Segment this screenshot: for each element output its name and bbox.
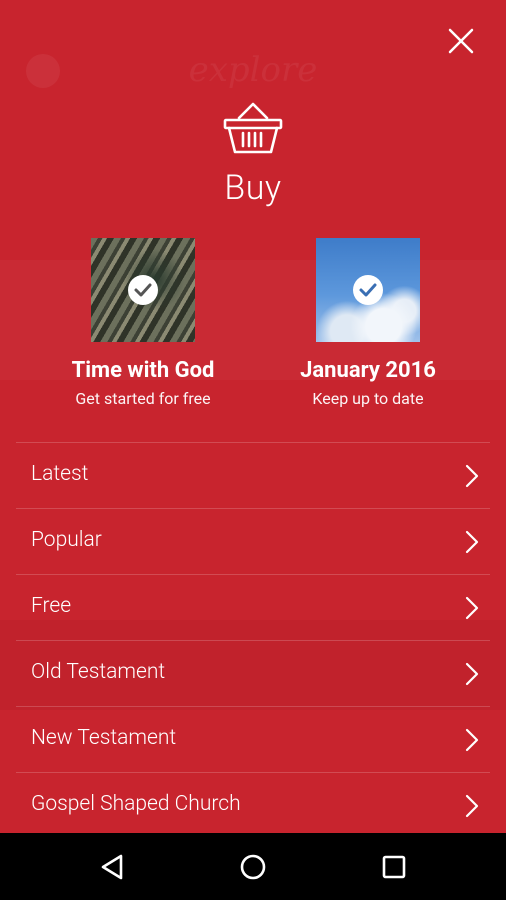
background-brand-text: explore: [188, 50, 318, 90]
basket-icon: [223, 102, 283, 154]
featured-card-time-with-god[interactable]: Time with God Get started for free: [38, 238, 248, 408]
menu-item-gospel-shaped-church[interactable]: Gospel Shaped Church: [16, 772, 490, 833]
back-icon: [101, 854, 123, 880]
chevron-right-icon: [465, 596, 479, 620]
menu-item-label: Free: [31, 594, 72, 618]
featured-section: Time with God Get started for free Janua…: [0, 238, 506, 418]
menu-item-latest[interactable]: Latest: [16, 442, 490, 508]
recents-icon: [382, 855, 406, 879]
featured-thumbnail: [91, 238, 195, 342]
chevron-right-icon: [465, 464, 479, 488]
check-circle-icon: [353, 275, 383, 305]
menu-item-label: Popular: [31, 528, 102, 552]
check-circle-icon: [128, 275, 158, 305]
menu-item-free[interactable]: Free: [16, 574, 490, 640]
recents-button[interactable]: [378, 851, 410, 883]
menu-item-new-testament[interactable]: New Testament: [16, 706, 490, 772]
featured-title: January 2016: [300, 358, 436, 383]
home-button[interactable]: [237, 851, 269, 883]
menu-item-label: Latest: [31, 462, 89, 486]
featured-title: Time with God: [71, 358, 215, 383]
menu-item-old-testament[interactable]: Old Testament: [16, 640, 490, 706]
featured-subtitle: Keep up to date: [312, 389, 424, 408]
chevron-right-icon: [465, 662, 479, 686]
featured-card-january-2016[interactable]: January 2016 Keep up to date: [263, 238, 473, 408]
menu-item-label: Gospel Shaped Church: [31, 792, 241, 816]
menu-item-popular[interactable]: Popular: [16, 508, 490, 574]
category-menu: Latest Popular Free Old Testament New Te…: [16, 442, 490, 833]
system-navigation-bar: [0, 833, 506, 900]
chevron-right-icon: [465, 530, 479, 554]
chevron-right-icon: [465, 794, 479, 818]
menu-item-label: New Testament: [31, 726, 177, 750]
home-icon: [240, 854, 266, 880]
chevron-right-icon: [465, 728, 479, 752]
featured-thumbnail: [316, 238, 420, 342]
buy-header: Buy: [0, 98, 506, 208]
menu-item-label: Old Testament: [31, 660, 166, 684]
close-button[interactable]: [442, 22, 480, 60]
close-icon: [448, 28, 474, 54]
buy-screen: explore Buy Time with God Get started fo…: [0, 0, 506, 833]
back-button[interactable]: [97, 851, 129, 883]
page-title: Buy: [224, 168, 282, 208]
featured-subtitle: Get started for free: [75, 389, 211, 408]
